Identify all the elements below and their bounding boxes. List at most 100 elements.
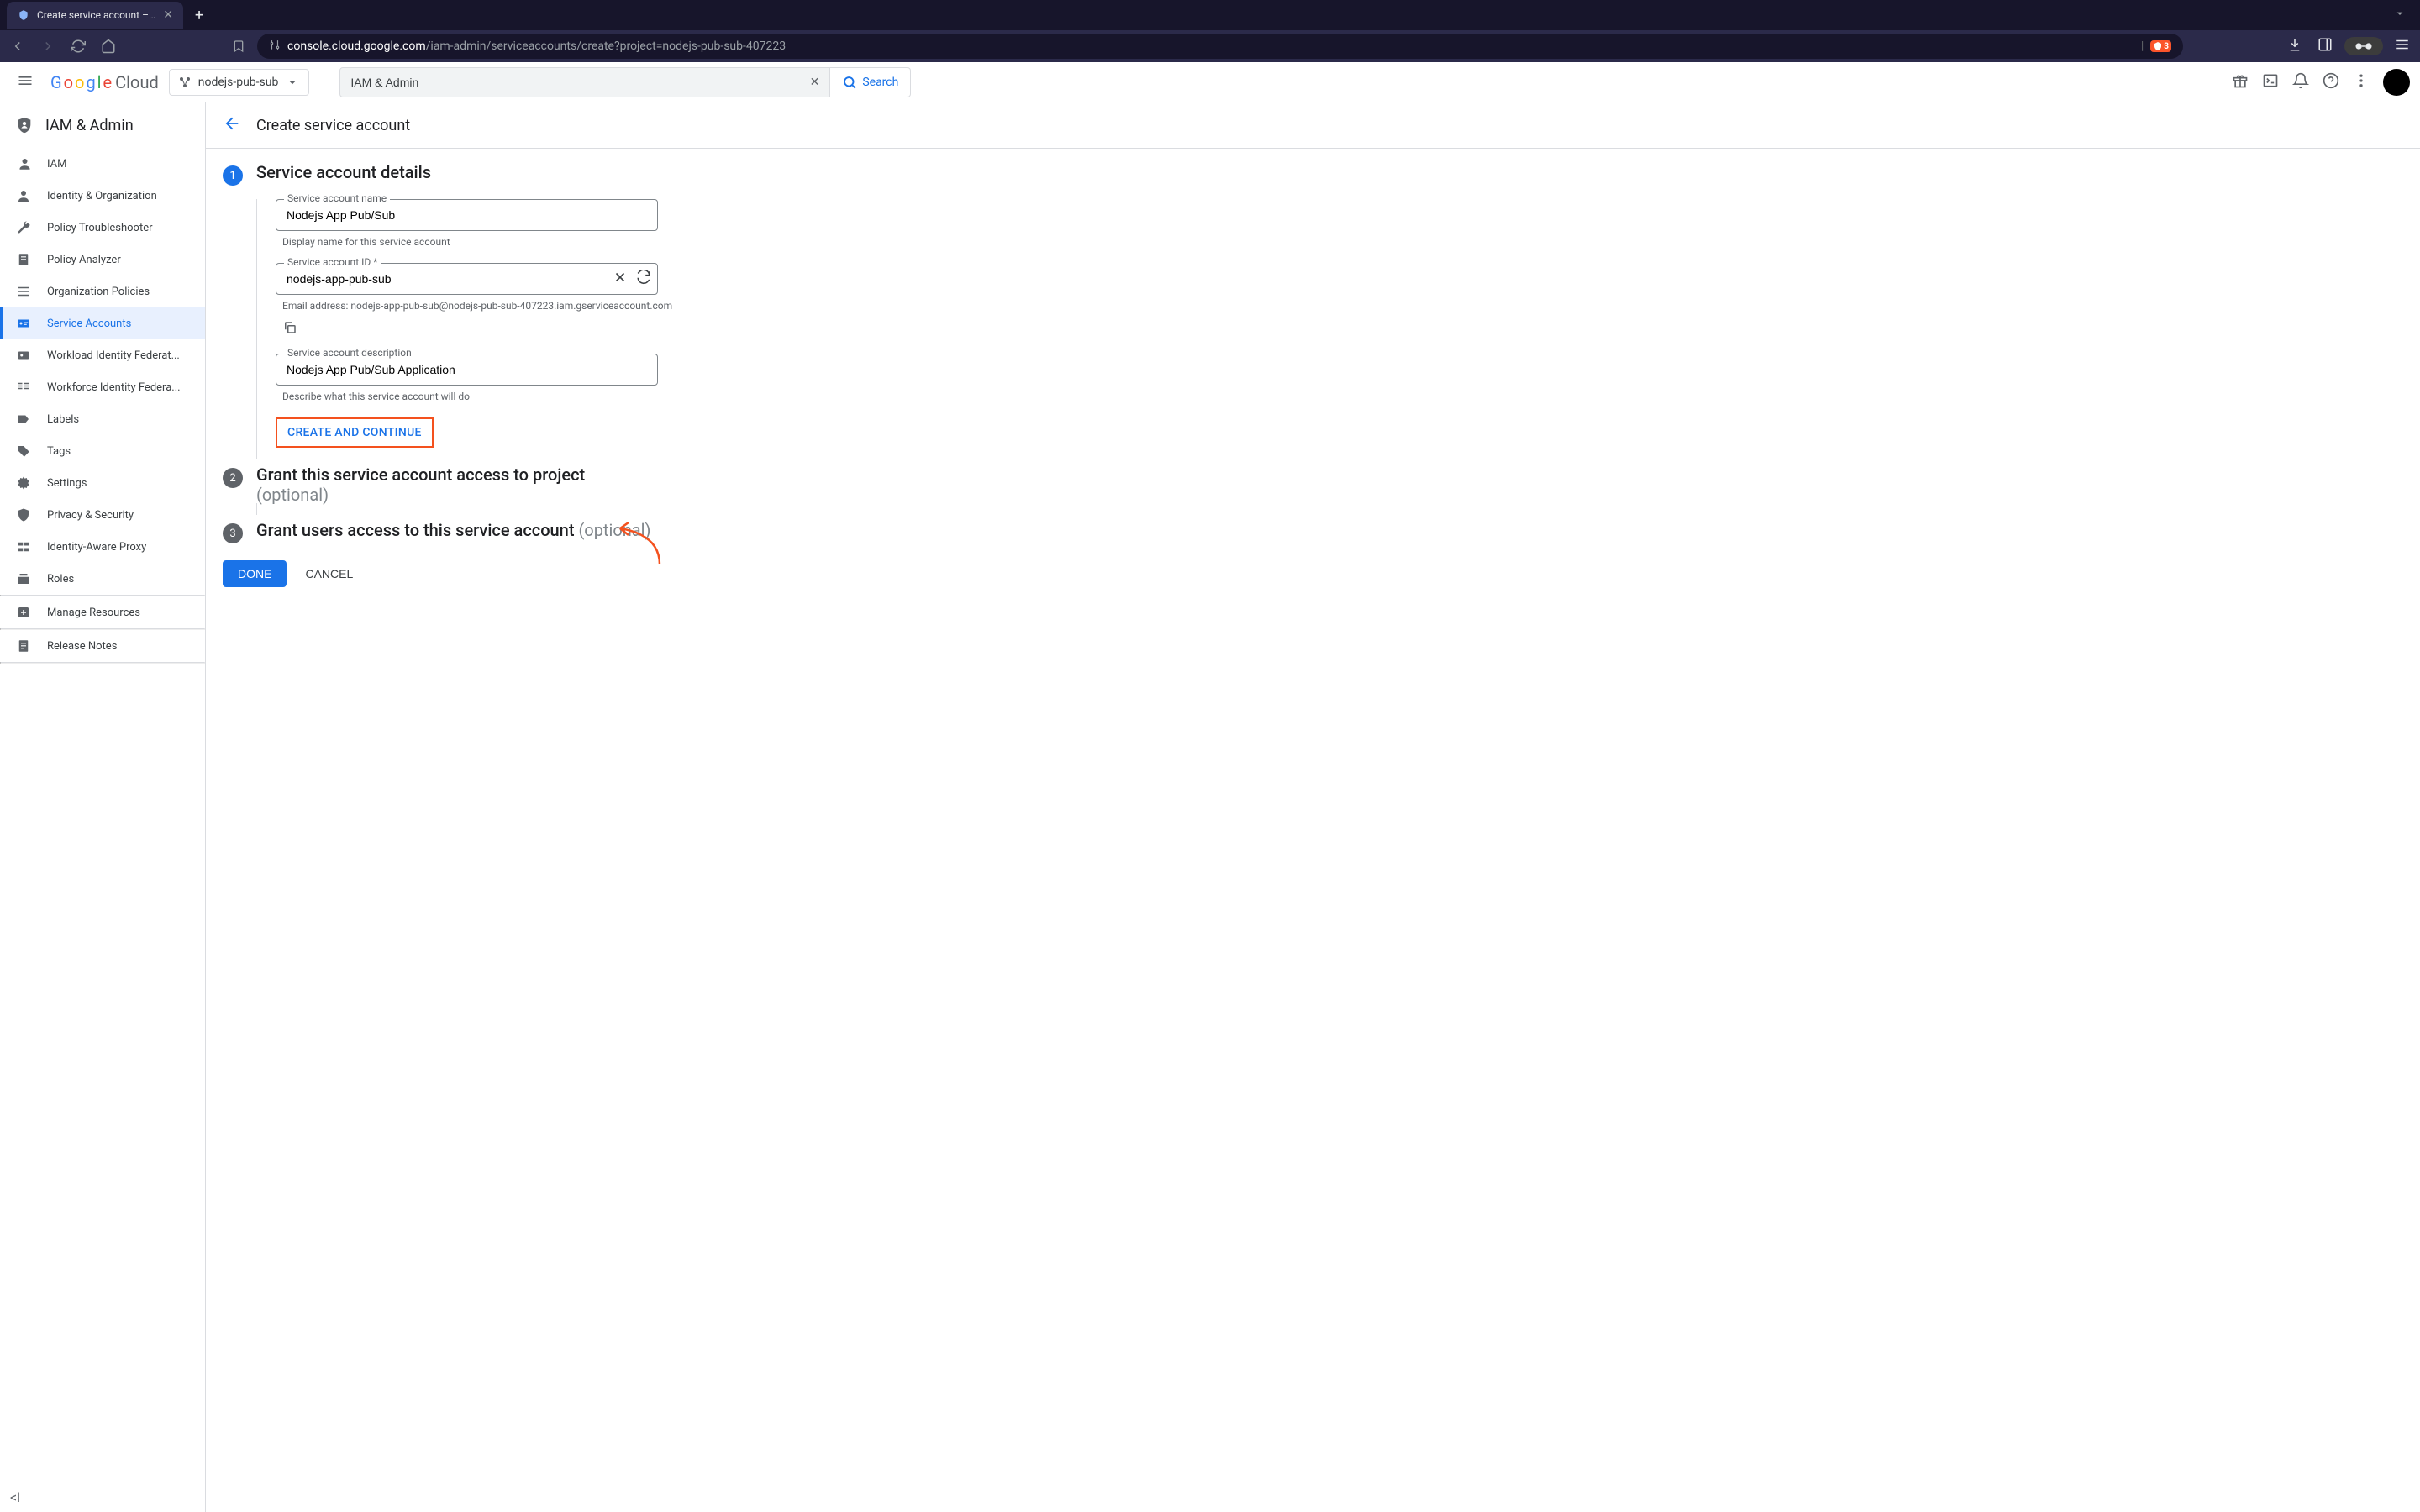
create-and-continue-button[interactable]: CREATE AND CONTINUE [276, 417, 434, 448]
content: Create service account 1 Service account… [206, 102, 2420, 1512]
reload-button[interactable] [67, 35, 89, 57]
more-menu-icon[interactable] [2353, 72, 2370, 92]
project-name: nodejs-pub-sub [198, 76, 279, 89]
badge-icon [15, 348, 32, 363]
sidebar-item-privacy-security[interactable]: Privacy & Security [0, 499, 205, 531]
browser-menu-icon[interactable] [2391, 34, 2413, 59]
regenerate-id-icon[interactable] [636, 270, 651, 288]
clear-id-icon[interactable] [613, 270, 628, 288]
field-label: Service account ID * [284, 256, 381, 268]
person-icon [15, 188, 32, 203]
collapse-sidebar-button[interactable]: <l [10, 1489, 20, 1505]
sidebar-item-label: Manage Resources [47, 606, 140, 619]
sidebar-item-label: IAM [47, 158, 66, 171]
email-helper: Email address: nodejs-app-pub-sub@nodejs… [282, 300, 2403, 312]
step-1-body: Service account name Display name for th… [256, 199, 2403, 459]
new-tab-button[interactable]: + [187, 3, 212, 28]
form-area: 1 Service account details Service accoun… [206, 149, 2420, 621]
shield-icon [15, 507, 32, 522]
service-account-desc-field: Service account description [276, 354, 658, 386]
search-button-label: Search [862, 76, 898, 89]
forward-button[interactable] [37, 35, 59, 57]
step-1-badge: 1 [223, 165, 243, 186]
sidebar-item-policy-troubleshooter[interactable]: Policy Troubleshooter [0, 212, 205, 244]
sidebar-item-iap[interactable]: Identity-Aware Proxy [0, 531, 205, 563]
step-2-body [256, 503, 2403, 515]
chevron-down-icon [285, 75, 300, 90]
bookmark-icon[interactable] [229, 36, 249, 56]
cloud-shell-icon[interactable] [2262, 72, 2279, 92]
label-icon [15, 412, 32, 427]
sidebar-item-label: Organization Policies [47, 286, 150, 298]
help-icon[interactable] [2323, 72, 2339, 92]
step-2-badge: 2 [223, 468, 243, 488]
url-box[interactable]: console.cloud.google.com/iam-admin/servi… [257, 34, 2183, 59]
person-add-icon [15, 156, 32, 171]
project-icon [178, 76, 192, 89]
desc-helper: Describe what this service account will … [282, 391, 2403, 402]
brave-shield-icon[interactable]: 3 [2150, 40, 2171, 52]
gift-icon[interactable] [2232, 72, 2249, 92]
back-button[interactable] [7, 35, 29, 57]
sidebar-item-label: Privacy & Security [47, 509, 134, 522]
browser-tab[interactable]: Create service account – IAM & ✕ [7, 2, 183, 29]
private-mode-icon[interactable] [2344, 37, 2383, 55]
sidebar-item-iam[interactable]: IAM [0, 148, 205, 180]
sidebar-item-workforce-identity[interactable]: Workforce Identity Federa... [0, 371, 205, 403]
sidebar-item-release-notes[interactable]: Release Notes [0, 630, 205, 662]
main-layout: IAM & Admin IAM Identity & Organization … [0, 102, 2420, 1512]
sidebar-item-label: Settings [47, 477, 87, 490]
sidebar-item-settings[interactable]: Settings [0, 467, 205, 499]
sidebar-item-identity-org[interactable]: Identity & Organization [0, 180, 205, 212]
sidebar-item-label: Service Accounts [47, 318, 131, 330]
name-helper: Display name for this service account [282, 236, 2403, 248]
field-label: Service account name [284, 192, 390, 204]
notifications-icon[interactable] [2292, 72, 2309, 92]
wrench-icon [15, 220, 32, 235]
avatar[interactable] [2383, 69, 2410, 96]
sidebar-item-policy-analyzer[interactable]: Policy Analyzer [0, 244, 205, 276]
nav-menu-button[interactable] [10, 66, 40, 99]
step-3-header[interactable]: 3 Grant users access to this service acc… [223, 520, 2403, 543]
project-picker[interactable]: nodejs-pub-sub [169, 69, 310, 96]
sidebar-item-manage-resources[interactable]: Manage Resources [0, 596, 205, 628]
tab-overflow-icon[interactable] [2386, 7, 2413, 24]
back-arrow-button[interactable] [223, 114, 241, 136]
address-bar: console.cloud.google.com/iam-admin/servi… [0, 30, 2420, 62]
action-row: DONE CANCEL [223, 560, 2403, 587]
sidebar-item-label: Labels [47, 413, 79, 426]
sidebar-item-workload-identity[interactable]: Workload Identity Federat... [0, 339, 205, 371]
resources-icon [15, 605, 32, 620]
downloads-icon[interactable] [2284, 34, 2306, 59]
copy-email-button[interactable] [282, 320, 2403, 339]
site-settings-icon[interactable] [269, 39, 281, 54]
sidebar-item-labels[interactable]: Labels [0, 403, 205, 435]
search-input[interactable] [350, 76, 809, 89]
close-icon[interactable]: ✕ [163, 8, 173, 22]
sidebar-divider [0, 662, 205, 664]
roles-icon [15, 571, 32, 586]
gcp-top-icons [2232, 69, 2410, 96]
sidebar: IAM & Admin IAM Identity & Organization … [0, 102, 206, 1512]
sidebar-item-tags[interactable]: Tags [0, 435, 205, 467]
content-header: Create service account [206, 102, 2420, 149]
gear-icon [15, 475, 32, 491]
sidebar-toggle-icon[interactable] [2314, 34, 2336, 59]
step-2-header[interactable]: 2 Grant this service account access to p… [223, 465, 2403, 505]
search-button[interactable]: Search [830, 67, 911, 97]
tab-title: Create service account – IAM & [37, 9, 156, 21]
cancel-button[interactable]: CANCEL [302, 560, 356, 587]
list-icon [15, 284, 32, 299]
sidebar-item-service-accounts[interactable]: Service Accounts [0, 307, 205, 339]
home-button[interactable] [97, 35, 119, 57]
clear-search-icon[interactable]: ✕ [810, 76, 820, 89]
search-box[interactable]: ✕ [339, 67, 830, 97]
page-title: Create service account [256, 117, 410, 134]
sidebar-item-label: Roles [47, 573, 74, 585]
sidebar-item-roles[interactable]: Roles [0, 563, 205, 595]
done-button[interactable]: DONE [223, 560, 287, 587]
sidebar-item-org-policies[interactable]: Organization Policies [0, 276, 205, 307]
search-icon [842, 75, 857, 90]
google-cloud-logo[interactable]: Google Cloud [50, 72, 159, 92]
sidebar-item-label: Workload Identity Federat... [47, 349, 180, 362]
